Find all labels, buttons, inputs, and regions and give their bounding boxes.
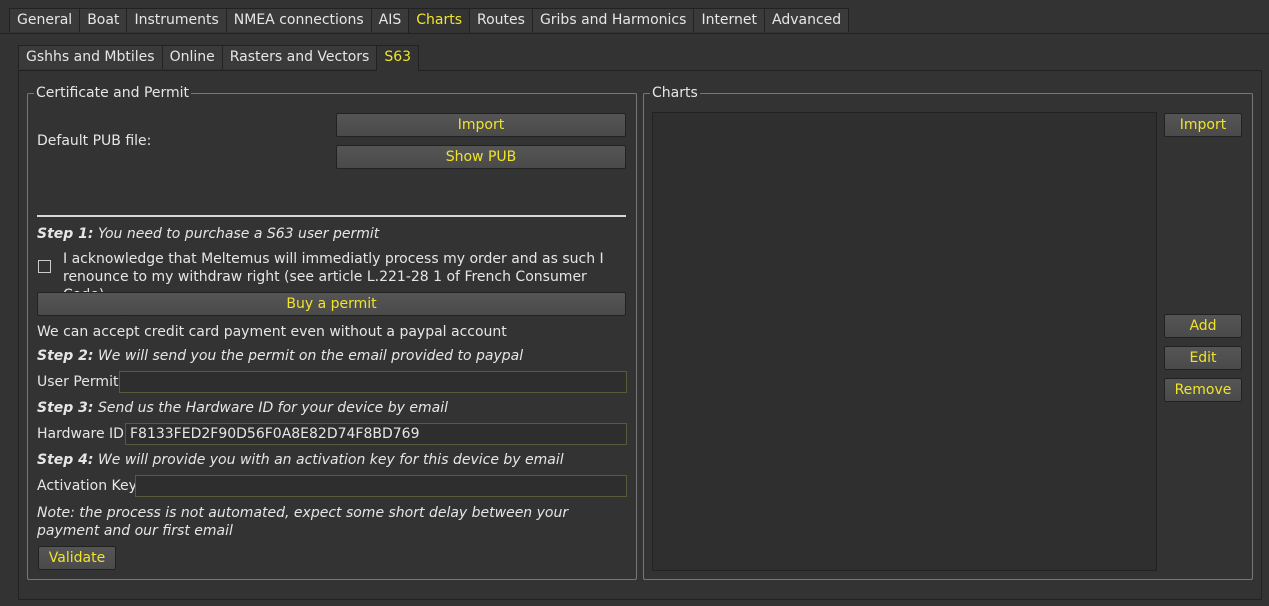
- step1-description: You need to purchase a S63 user permit: [93, 226, 380, 242]
- tab-internet[interactable]: Internet: [693, 8, 766, 32]
- top-tab-bar: General Boat Instruments NMEA connection…: [9, 8, 850, 34]
- step4-text: Step 4: We will provide you with an acti…: [37, 452, 564, 468]
- tab-general[interactable]: General: [9, 8, 81, 32]
- tab-boat[interactable]: Boat: [79, 8, 128, 32]
- step3-description: Send us the Hardware ID for your device …: [93, 400, 448, 416]
- step1-label: Step 1:: [37, 226, 94, 242]
- import-charts-button[interactable]: Import: [1164, 113, 1242, 137]
- edit-chart-button[interactable]: Edit: [1164, 346, 1242, 370]
- remove-chart-button[interactable]: Remove: [1164, 378, 1242, 402]
- step3-label: Step 3:: [37, 400, 94, 416]
- step2-text: Step 2: We will send you the permit on t…: [37, 348, 523, 364]
- charts-title: Charts: [650, 85, 700, 101]
- import-pub-button[interactable]: Import: [336, 113, 626, 137]
- process-note: Note: the process is not automated, expe…: [37, 505, 569, 539]
- tab-advanced[interactable]: Advanced: [764, 8, 850, 32]
- step4-label: Step 4:: [37, 452, 94, 468]
- buy-permit-button[interactable]: Buy a permit: [37, 292, 626, 316]
- tab-instruments[interactable]: Instruments: [126, 8, 227, 32]
- tab-charts[interactable]: Charts: [408, 8, 470, 34]
- tab-routes[interactable]: Routes: [469, 8, 533, 32]
- subtab-gshhs-and-mbtiles[interactable]: Gshhs and Mbtiles: [18, 45, 163, 69]
- charts-list[interactable]: [652, 112, 1157, 571]
- activation-key-input[interactable]: [135, 475, 627, 497]
- hardware-id-label: Hardware ID: [37, 426, 124, 442]
- step2-label: Step 2:: [37, 348, 94, 364]
- acknowledge-checkbox[interactable]: [38, 260, 51, 273]
- certificate-permit-title: Certificate and Permit: [34, 85, 192, 101]
- show-pub-button[interactable]: Show PUB: [336, 145, 626, 169]
- step4-description: We will provide you with an activation k…: [93, 452, 564, 468]
- step1-text: Step 1: You need to purchase a S63 user …: [37, 226, 379, 242]
- tab-nmea-connections[interactable]: NMEA connections: [225, 8, 372, 32]
- tab-ais[interactable]: AIS: [370, 8, 410, 32]
- credit-card-info: We can accept credit card payment even w…: [37, 324, 507, 340]
- add-chart-button[interactable]: Add: [1164, 314, 1242, 338]
- user-permit-label: User Permit: [37, 374, 119, 390]
- validate-button[interactable]: Validate: [38, 546, 116, 570]
- hardware-id-input[interactable]: [125, 423, 627, 445]
- tab-bar-divider: [0, 33, 1269, 34]
- activation-key-label: Activation Key: [37, 478, 137, 494]
- settings-window: General Boat Instruments NMEA connection…: [0, 0, 1269, 606]
- default-pub-label: Default PUB file:: [37, 133, 152, 149]
- step3-text: Step 3: Send us the Hardware ID for your…: [37, 400, 448, 416]
- tab-gribs-and-harmonics[interactable]: Gribs and Harmonics: [531, 8, 695, 32]
- subtab-rasters-and-vectors[interactable]: Rasters and Vectors: [221, 45, 378, 69]
- user-permit-input[interactable]: [119, 371, 627, 393]
- subtab-online[interactable]: Online: [161, 45, 223, 69]
- subtab-s63[interactable]: S63: [376, 45, 420, 71]
- step2-description: We will send you the permit on the email…: [93, 348, 524, 364]
- section-separator: [37, 215, 626, 217]
- sub-tab-bar: Gshhs and Mbtiles Online Rasters and Vec…: [18, 45, 420, 71]
